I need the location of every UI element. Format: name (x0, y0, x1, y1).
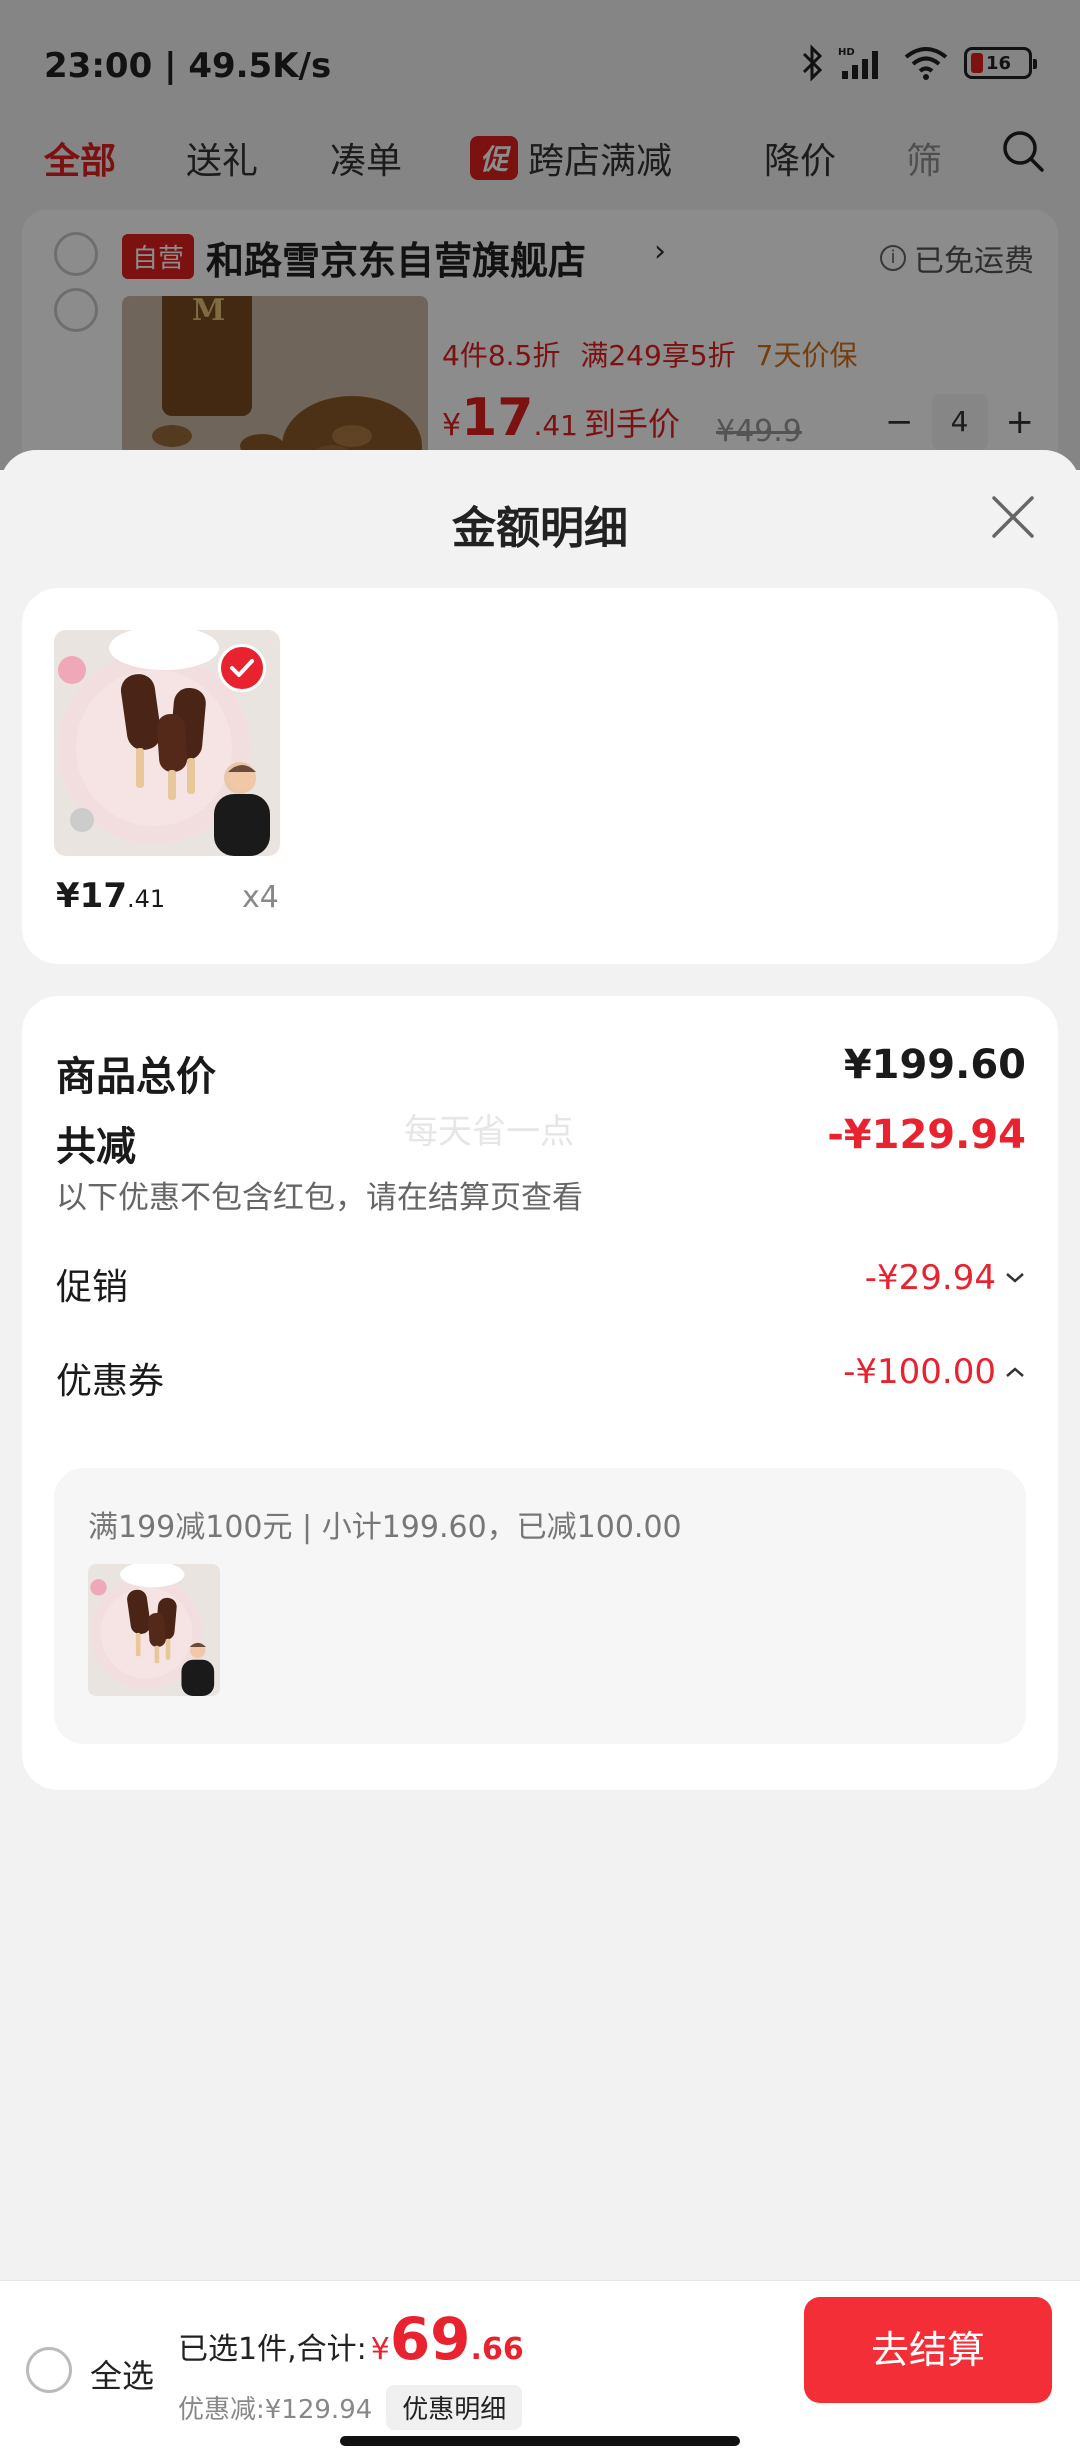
chevron-up-icon (1006, 1367, 1024, 1377)
reduction-value: -¥129.94 (827, 1112, 1026, 1158)
total-decimal: .66 (470, 2332, 524, 2367)
item-price-decimal: .41 (126, 885, 166, 913)
checkout-bar: 全选 已选1件,合计: ¥69.66 优惠减:¥129.94 优惠明细 去结算 (0, 2280, 1080, 2460)
home-indicator[interactable] (340, 2436, 740, 2446)
item-price-integer: ¥17 (56, 876, 127, 916)
chevron-down-icon (1006, 1273, 1024, 1283)
discount-line: 优惠减:¥129.94 优惠明细 (178, 2385, 523, 2430)
select-all-radio[interactable] (26, 2347, 72, 2393)
select-all-label[interactable]: 全选 (90, 2351, 154, 2397)
coupon-value: -¥100.00 (843, 1352, 996, 1392)
dim-overlay[interactable] (0, 0, 1080, 470)
coupon-product-image (88, 1564, 220, 1696)
coupon-label: 优惠券 (56, 1361, 165, 1402)
reduction-note: 以下优惠不包含红包，请在结算页查看 (56, 1180, 583, 1216)
total-price-value: ¥199.60 (843, 1042, 1026, 1088)
amount-detail-sheet: 金额明细 ¥17.41 x4 商品总价 ¥199.60 每天省一点 共减 -¥1… (0, 450, 1080, 2280)
sheet-title: 金额明细 (452, 503, 628, 554)
coupon-detail-text: 满199减100元 | 小计199.60，已减100.00 (88, 1510, 682, 1545)
total-line: 已选1件,合计: ¥69.66 (178, 2305, 524, 2373)
close-icon[interactable] (986, 490, 1040, 544)
promotion-label: 促销 (56, 1267, 129, 1308)
promotion-value: -¥29.94 (864, 1258, 996, 1298)
item-quantity: x4 (242, 880, 279, 915)
total-currency: ¥ (370, 2332, 390, 2367)
coupon-detail-box: 满199减100元 | 小计199.60，已减100.00 (54, 1468, 1026, 1744)
discount-amount: 优惠减:¥129.94 (178, 2395, 373, 2425)
checkout-button[interactable]: 去结算 (804, 2297, 1052, 2403)
selected-items-card: ¥17.41 x4 (22, 588, 1058, 964)
total-price-label: 商品总价 (56, 1054, 216, 1100)
discount-detail-button[interactable]: 优惠明细 (386, 2385, 523, 2430)
background-cart-page: 23:00 | 49.5K/s HD 16 全部 送礼 凑单 促跨店满减 降价 … (0, 0, 1080, 470)
item-price: ¥17.41 (56, 876, 165, 916)
watermark-text: 每天省一点 (404, 1112, 574, 1152)
price-breakdown-card: 商品总价 ¥199.60 每天省一点 共减 -¥129.94 以下优惠不包含红包… (22, 996, 1058, 1790)
selected-count-label: 已选1件,合计: (178, 2332, 367, 2367)
total-integer: 69 (389, 2305, 471, 2373)
checkmark-icon[interactable] (218, 644, 266, 692)
reduction-label: 共减 (56, 1124, 136, 1170)
coupon-row-toggle[interactable]: -¥100.00 (843, 1352, 1026, 1392)
promotion-row-toggle[interactable]: -¥29.94 (865, 1258, 1026, 1298)
